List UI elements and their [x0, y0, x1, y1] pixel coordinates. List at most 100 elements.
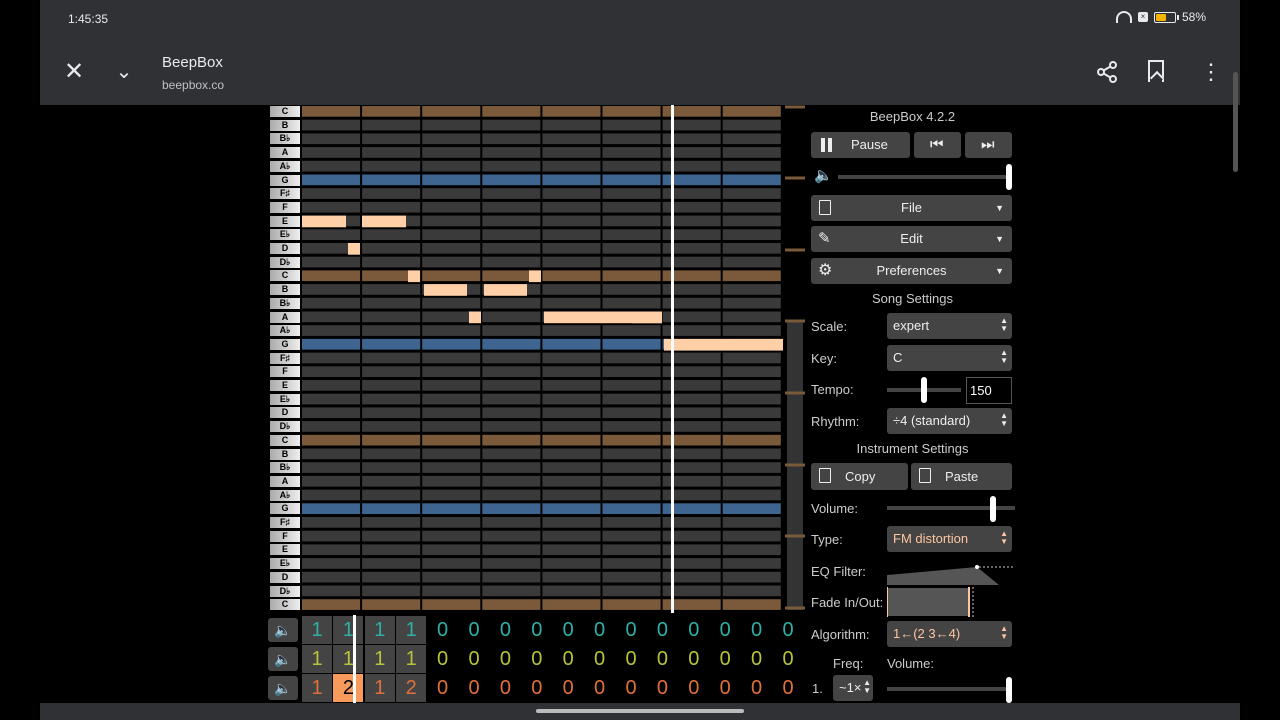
grid-cell[interactable]	[422, 147, 481, 158]
grid-cell[interactable]	[722, 160, 781, 172]
grid-cell[interactable]	[422, 448, 481, 460]
grid-cell[interactable]	[542, 475, 601, 487]
grid-cell[interactable]	[362, 380, 421, 391]
grid-cell[interactable]	[722, 133, 781, 145]
grid-cell[interactable]	[482, 517, 541, 528]
grid-cell[interactable]	[302, 256, 361, 268]
note[interactable]	[302, 215, 346, 228]
grid-cell[interactable]	[722, 284, 781, 295]
file-menu[interactable]: File ▼	[811, 195, 1012, 221]
grid-cell[interactable]	[722, 380, 781, 391]
piano-key[interactable]: F	[270, 366, 300, 378]
piano-key[interactable]: C	[270, 434, 300, 446]
pattern-cell[interactable]: 0	[773, 616, 803, 644]
grid-cell[interactable]	[542, 530, 601, 542]
pattern-cell[interactable]: 0	[522, 645, 552, 673]
grid-cell[interactable]	[302, 106, 361, 117]
grid-cell[interactable]	[422, 201, 481, 213]
grid-cell[interactable]	[302, 462, 361, 473]
pattern-cell[interactable]: 0	[679, 674, 709, 702]
grid-cell[interactable]	[362, 133, 421, 145]
grid-cell[interactable]	[422, 270, 481, 282]
grid-cell[interactable]	[422, 160, 481, 172]
pattern-cell[interactable]: 0	[679, 616, 709, 644]
grid-cell[interactable]	[302, 366, 361, 377]
grid-cell[interactable]	[482, 229, 541, 240]
grid-cell[interactable]	[602, 338, 661, 350]
piano-key[interactable]: F♯	[270, 188, 300, 200]
piano-key[interactable]: B	[270, 119, 300, 131]
grid-cell[interactable]	[722, 448, 781, 460]
piano-keys[interactable]: C B B♭ A A♭ G F♯ F E E♭ D D♭ C B B♭ A A♭ G F♯ F E E♭ D D♭ C B B♭ A A…	[270, 105, 300, 613]
grid-cell[interactable]	[362, 243, 421, 254]
grid-cell[interactable]	[722, 407, 781, 419]
grid-cell[interactable]	[362, 311, 421, 323]
algorithm-select[interactable]: 1←(2 3←4) ▲ ▼	[887, 621, 1012, 647]
grid-cell[interactable]	[302, 421, 361, 432]
grid-cell[interactable]	[722, 352, 781, 364]
grid-cell[interactable]	[602, 407, 661, 419]
pattern-cell[interactable]: 0	[428, 645, 458, 673]
grid-cell[interactable]	[542, 462, 601, 473]
grid-cell[interactable]	[482, 325, 541, 336]
pattern-cell[interactable]: 0	[742, 645, 772, 673]
grid-cell[interactable]	[542, 352, 601, 364]
operator-volume-slider[interactable]	[887, 687, 1012, 691]
grid-cell[interactable]	[482, 188, 541, 199]
grid-cell[interactable]	[482, 475, 541, 487]
grid-cell[interactable]	[302, 380, 361, 391]
grid-cell[interactable]	[722, 530, 781, 542]
grid-cell[interactable]	[302, 475, 361, 487]
pattern-cell[interactable]: 0	[522, 616, 552, 644]
grid-cell[interactable]	[302, 270, 361, 282]
grid-cell[interactable]	[362, 530, 421, 542]
grid-cell[interactable]	[542, 366, 601, 377]
grid-cell[interactable]	[542, 270, 601, 282]
piano-key[interactable]: A♭	[270, 489, 300, 501]
grid-cell[interactable]	[602, 147, 661, 158]
piano-key[interactable]: F♯	[270, 517, 300, 528]
grid-cell[interactable]	[542, 147, 601, 158]
pattern-cell[interactable]: 1	[364, 674, 395, 702]
grid-cell[interactable]	[482, 201, 541, 213]
grid-cell[interactable]	[422, 503, 481, 514]
preferences-menu[interactable]: ⚙ Preferences ▼	[811, 258, 1012, 284]
grid-cell[interactable]	[362, 421, 421, 432]
grid-cell[interactable]	[602, 380, 661, 391]
grid-cell[interactable]	[422, 366, 481, 377]
grid-cell[interactable]	[482, 599, 541, 610]
note[interactable]	[484, 284, 527, 296]
grid-cell[interactable]	[722, 517, 781, 528]
grid-cell[interactable]	[302, 188, 361, 199]
grid-cell[interactable]	[362, 571, 421, 583]
grid-cell[interactable]	[482, 133, 541, 145]
grid-cell[interactable]	[542, 407, 601, 419]
grid-cell[interactable]	[422, 407, 481, 419]
channel-mute-icon[interactable]: 🔈	[268, 618, 298, 642]
grid-cell[interactable]	[722, 188, 781, 199]
grid-cell[interactable]	[422, 517, 481, 528]
more-vert-icon[interactable]: ⋮	[1200, 60, 1222, 84]
channel-mute-icon[interactable]: 🔈	[268, 676, 298, 700]
grid-cell[interactable]	[542, 393, 601, 405]
grid-cell[interactable]	[302, 174, 361, 186]
grid-cell[interactable]	[602, 243, 661, 254]
grid-cell[interactable]	[542, 503, 601, 514]
grid-cell[interactable]	[542, 585, 601, 597]
piano-key[interactable]: F	[270, 530, 300, 542]
grid-cell[interactable]	[482, 147, 541, 158]
operator-freq-select[interactable]: ~1× ▲ ▼	[833, 675, 873, 701]
grid-cell[interactable]	[482, 421, 541, 432]
grid-cell[interactable]	[602, 270, 661, 282]
grid-cell[interactable]	[482, 106, 541, 117]
channel-mute-icon[interactable]: 🔈	[268, 647, 298, 671]
grid-cell[interactable]	[542, 119, 601, 131]
grid-cell[interactable]	[722, 256, 781, 268]
grid-cell[interactable]	[422, 462, 481, 473]
grid-cell[interactable]	[482, 160, 541, 172]
grid-cell[interactable]	[602, 160, 661, 172]
grid-cell[interactable]	[722, 270, 781, 282]
piano-key[interactable]: F	[270, 201, 300, 213]
grid-cell[interactable]	[602, 297, 661, 309]
piano-key[interactable]: D♭	[270, 256, 300, 268]
